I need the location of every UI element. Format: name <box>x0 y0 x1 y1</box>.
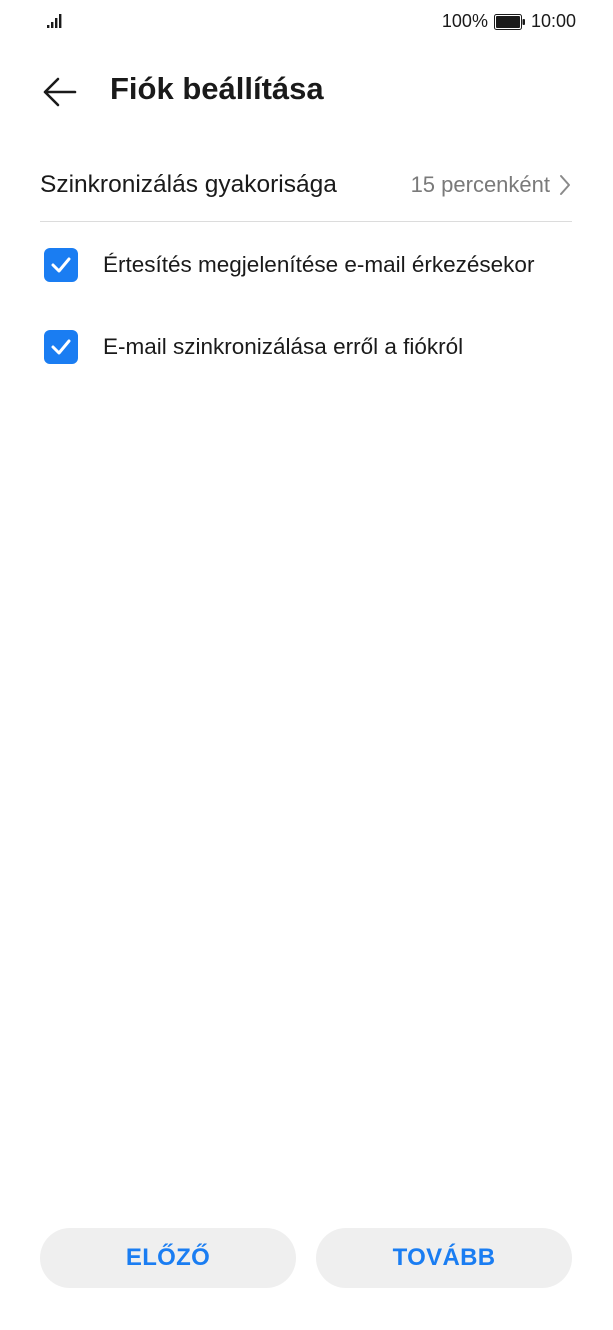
sync-checkbox[interactable] <box>44 330 78 364</box>
header: Fiók beállítása <box>0 62 613 122</box>
sync-frequency-label: Szinkronizálás gyakorisága <box>40 170 337 198</box>
clock: 10:00 <box>530 11 576 31</box>
checkmark-icon <box>51 257 71 273</box>
status-bar: 100% 10:00 <box>0 0 613 44</box>
back-button[interactable] <box>40 74 80 110</box>
page-title: Fiók beállítása <box>110 71 324 106</box>
status-right: 100% 10:00 <box>442 11 576 32</box>
battery-icon <box>493 13 525 30</box>
notify-checkbox[interactable] <box>44 248 78 282</box>
sync-frequency-row[interactable]: Szinkronizálás gyakorisága 15 percenként <box>40 148 572 222</box>
sync-label: E-mail szinkronizálása erről a fiókról <box>103 334 464 359</box>
battery-percent: 100% <box>441 11 488 31</box>
arrow-left-icon <box>43 77 77 107</box>
previous-button[interactable]: ELŐZŐ <box>40 1228 296 1288</box>
sync-frequency-value-wrap: 15 percenként <box>411 172 572 198</box>
option-sync-row[interactable]: E-mail szinkronizálása erről a fiókról <box>44 327 583 367</box>
chevron-right-icon <box>560 174 570 195</box>
sync-frequency-value: 15 percenként <box>410 171 550 197</box>
notify-label: Értesítés megjelenítése e-mail érkezések… <box>103 252 535 277</box>
next-button[interactable]: TOVÁBB <box>316 1228 572 1288</box>
checkmark-icon <box>51 339 71 355</box>
option-notify-row[interactable]: Értesítés megjelenítése e-mail érkezések… <box>44 245 583 285</box>
signal-icon <box>47 14 62 28</box>
